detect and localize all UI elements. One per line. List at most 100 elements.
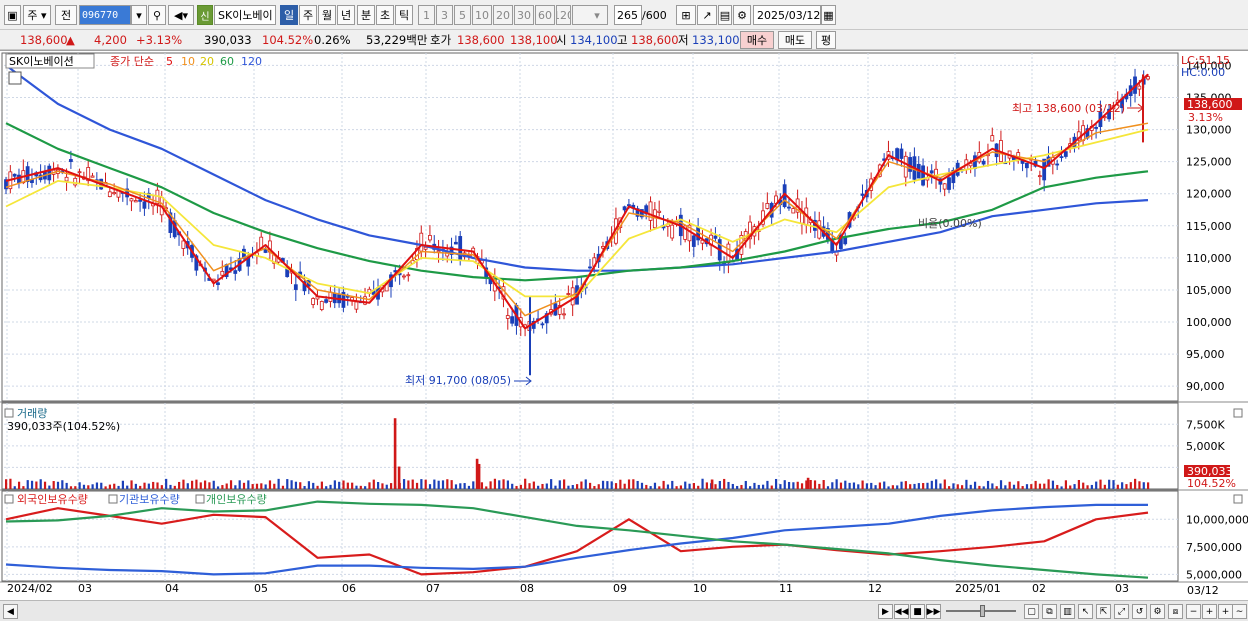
- candle-body: [77, 171, 82, 174]
- period-day-tab[interactable]: 일: [280, 5, 298, 25]
- volume-bar: [1021, 486, 1024, 489]
- minute-60-button[interactable]: 60: [535, 5, 555, 25]
- candle-body: [319, 301, 324, 310]
- volume-bar: [883, 481, 886, 489]
- compare-small-icon[interactable]: ⧈: [1168, 604, 1183, 619]
- volume-bar: [632, 479, 635, 489]
- period-tick-tab[interactable]: 틱: [395, 5, 413, 25]
- volume-bar: [818, 483, 821, 489]
- stock-chart[interactable]: 90,00095,000100,000105,000110,000115,000…: [0, 51, 1248, 604]
- period-year-tab[interactable]: 년: [337, 5, 355, 25]
- buy-button[interactable]: 매수: [740, 31, 774, 49]
- period-week-tab[interactable]: 주: [299, 5, 317, 25]
- reset-icon[interactable]: ↺: [1132, 604, 1147, 619]
- volume-collapse-icon[interactable]: [4, 408, 14, 418]
- scroll-right-icon[interactable]: ▶: [878, 604, 893, 619]
- search-icon[interactable]: ⚲: [148, 5, 166, 25]
- candle-body: [68, 159, 73, 162]
- tilde-icon[interactable]: ∼: [1232, 604, 1247, 619]
- period-week-select[interactable]: 주 ▾: [23, 5, 51, 25]
- speaker-icon[interactable]: ◀▾: [168, 5, 194, 25]
- split-icon[interactable]: ▥: [1060, 604, 1075, 619]
- stop-icon[interactable]: ■: [910, 604, 925, 619]
- line-tool-icon[interactable]: ↗: [697, 5, 717, 25]
- minute-3-button[interactable]: 3: [436, 5, 453, 25]
- volume-bar: [377, 482, 380, 489]
- holdings-collapse-icon[interactable]: [4, 494, 14, 504]
- volume-spike: [393, 418, 397, 489]
- volume-bar: [978, 485, 981, 489]
- zoom-out-icon[interactable]: −: [1186, 604, 1201, 619]
- volume-bar: [973, 481, 977, 489]
- minute-30-button[interactable]: 30: [514, 5, 534, 25]
- chart-tool-icon[interactable]: ⊞: [676, 5, 696, 25]
- layout-icon[interactable]: ⧉: [1042, 604, 1057, 619]
- minute-1-button[interactable]: 1: [418, 5, 435, 25]
- count-total-label: /600: [642, 8, 667, 22]
- volume-bar: [567, 485, 570, 489]
- fast-forward-icon[interactable]: ▶▶: [926, 604, 941, 619]
- measure-icon[interactable]: ⇱: [1096, 604, 1111, 619]
- calendar-icon[interactable]: ▦: [821, 5, 836, 25]
- minute-10-button[interactable]: 10: [472, 5, 492, 25]
- x-tick-label: 03: [1115, 582, 1129, 595]
- scroll-left-icon[interactable]: ◀: [3, 604, 18, 619]
- cursor-icon[interactable]: ↖: [1078, 604, 1093, 619]
- minute-custom-select[interactable]: ▾: [572, 5, 608, 25]
- holdings-close-icon[interactable]: [1233, 494, 1243, 504]
- code-dropdown-icon[interactable]: ▾: [131, 5, 147, 25]
- volume-bar: [39, 479, 42, 489]
- chart-scrollbar[interactable]: ◀ ▶ ◀◀ ■ ▶▶ ▢ ⧉ ▥ ↖ ⇱ ⤢ ↺ ⚙ ⧈ − + + ∼: [0, 600, 1248, 621]
- chart-area[interactable]: 90,000 95,000 100,000 105,000 110,000 115,000…: [0, 50, 1248, 603]
- ma20-label: 20: [200, 55, 214, 68]
- chart-type-icon[interactable]: ▢: [1024, 604, 1039, 619]
- candle-body: [1094, 127, 1098, 129]
- gear-icon[interactable]: ⚙: [733, 5, 751, 25]
- minute-20-label: 20: [496, 8, 510, 22]
- volume-bar: [26, 480, 29, 489]
- volume-bar: [372, 479, 375, 489]
- period-minute-tab[interactable]: 분: [357, 5, 375, 25]
- volume-bar: [922, 483, 925, 489]
- settings-small-icon[interactable]: ⚙: [1150, 604, 1165, 619]
- volume-close-icon[interactable]: [1233, 408, 1243, 418]
- volume-bar: [606, 481, 609, 489]
- candle-body: [713, 235, 718, 239]
- zoom-in-icon[interactable]: +: [1202, 604, 1217, 619]
- ma-label: 종가 단순: [110, 55, 154, 68]
- minute-5-button[interactable]: 5: [454, 5, 471, 25]
- prev-button[interactable]: 전: [55, 5, 77, 25]
- ma10-label: 10: [181, 55, 195, 68]
- avg-button[interactable]: 평: [816, 31, 836, 49]
- compare-icon[interactable]: ▤: [718, 5, 732, 25]
- minute-20-button[interactable]: 20: [493, 5, 513, 25]
- volume-bar: [865, 483, 869, 489]
- x-tick-label: 2024/02: [7, 582, 53, 595]
- plus-icon[interactable]: +: [1218, 604, 1233, 619]
- volume-bar: [1099, 479, 1102, 489]
- stock-code-input[interactable]: 096770: [79, 5, 131, 25]
- period-second-tab[interactable]: 초: [376, 5, 394, 25]
- zoom-slider-thumb[interactable]: [980, 605, 985, 617]
- price-tick-label: 105,000: [1186, 284, 1232, 297]
- volume-bar: [355, 485, 358, 489]
- candle-body: [423, 246, 428, 250]
- date-input[interactable]: 2025/03/12: [753, 5, 821, 25]
- volume-spike: [477, 463, 481, 489]
- sell-button[interactable]: 매도: [778, 31, 812, 49]
- volume-title: 거래량: [17, 407, 47, 420]
- volume-bar: [238, 480, 241, 489]
- period-month-tab[interactable]: 월: [318, 5, 336, 25]
- candle-body: [311, 298, 316, 305]
- calculator-icon[interactable]: [8, 71, 22, 85]
- volume-bar: [43, 481, 47, 489]
- window-icon[interactable]: ▣: [4, 5, 21, 25]
- fit-icon[interactable]: ⤢: [1114, 604, 1129, 619]
- rewind-icon[interactable]: ◀◀: [894, 604, 909, 619]
- volume-bar: [459, 483, 462, 489]
- minute-120-button[interactable]: 120: [556, 5, 571, 25]
- count-input[interactable]: 265: [614, 5, 642, 25]
- volume-bar: [969, 484, 972, 489]
- volume-bar: [774, 478, 778, 489]
- volume-bar: [1008, 481, 1011, 489]
